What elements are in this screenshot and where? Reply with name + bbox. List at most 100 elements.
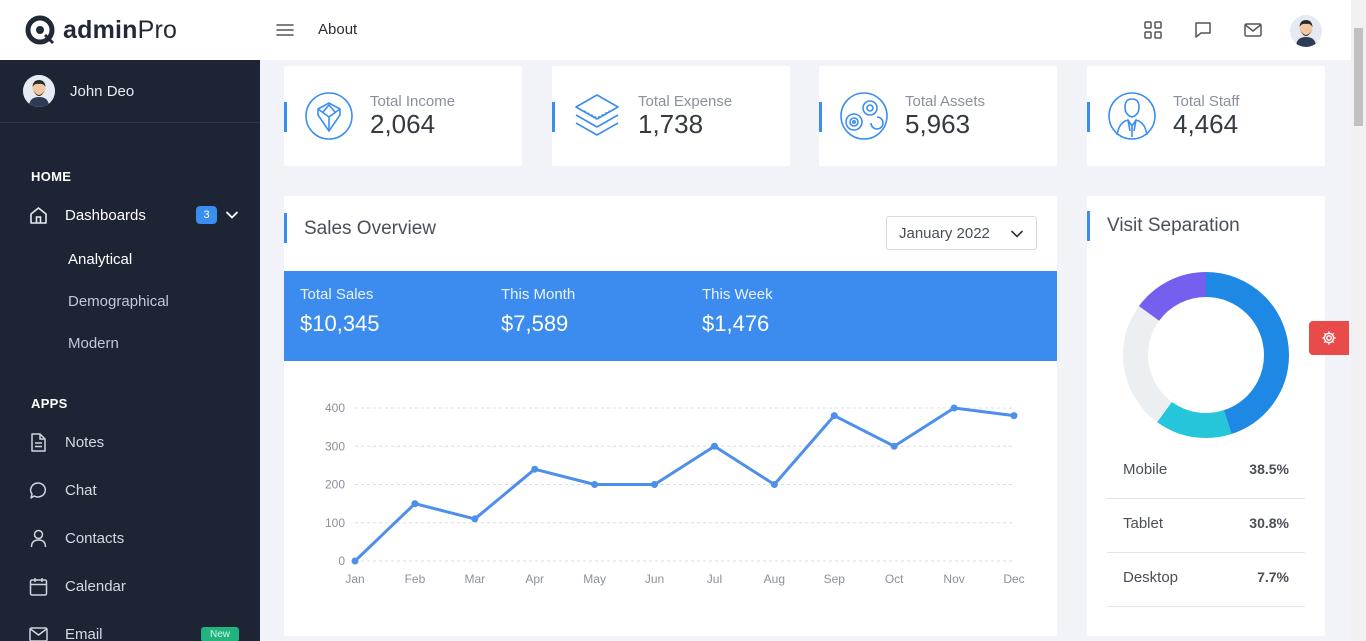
x-tick-label: Dec bbox=[1003, 572, 1024, 586]
card-title: Visit Separation bbox=[1107, 215, 1240, 236]
summary-value: $1,476 bbox=[702, 311, 770, 336]
chevron-down-icon bbox=[1011, 230, 1023, 238]
data-point[interactable] bbox=[950, 404, 958, 412]
month-select-value: January 2022 bbox=[899, 224, 990, 242]
sidebar-item-chat[interactable]: Chat bbox=[28, 476, 248, 504]
stat-label: Total Income bbox=[370, 93, 456, 110]
data-point[interactable] bbox=[830, 412, 838, 420]
summary-label: This Week bbox=[702, 286, 773, 303]
staff-icon bbox=[1108, 92, 1156, 140]
sidebar-item-label: Chat bbox=[65, 481, 97, 499]
x-tick-label: Nov bbox=[943, 572, 964, 586]
x-tick-label: Jul bbox=[707, 572, 722, 586]
income-icon bbox=[305, 92, 353, 140]
new-badge: New bbox=[201, 626, 239, 641]
data-point[interactable] bbox=[591, 481, 599, 488]
x-tick-label: Jun bbox=[645, 572, 664, 586]
x-tick-label: Aug bbox=[764, 572, 785, 586]
data-point[interactable] bbox=[471, 515, 479, 523]
sidebar-subitem-analytical[interactable]: Analytical bbox=[68, 251, 132, 268]
y-tick-label: 300 bbox=[325, 439, 345, 453]
legend-value: 38.5% bbox=[1249, 461, 1289, 477]
settings-button[interactable] bbox=[1309, 321, 1349, 355]
grid-icon[interactable] bbox=[1143, 20, 1163, 40]
sidebar-item-dashboards[interactable]: Dashboards 3 bbox=[28, 201, 248, 229]
x-tick-label: Jan bbox=[345, 572, 364, 586]
data-point[interactable] bbox=[351, 557, 359, 565]
summary-value: $10,345 bbox=[300, 311, 380, 336]
accent-bar bbox=[284, 102, 287, 132]
stat-card-assets: Total Assets 5,963 bbox=[819, 66, 1057, 166]
section-title-apps: APPS bbox=[31, 396, 68, 411]
data-point[interactable] bbox=[1010, 412, 1018, 420]
sidebar-item-contacts[interactable]: Contacts bbox=[28, 524, 248, 552]
logo-text: adminPro bbox=[63, 15, 178, 44]
summary-value: $7,589 bbox=[501, 311, 569, 336]
sidebar-item-label: Dashboards bbox=[65, 206, 146, 224]
expense-icon bbox=[575, 94, 619, 136]
logo-icon bbox=[25, 15, 55, 45]
data-point[interactable] bbox=[710, 442, 718, 450]
avatar bbox=[23, 75, 55, 107]
data-point[interactable] bbox=[770, 481, 778, 488]
summary-label: Total Sales bbox=[300, 286, 374, 303]
sidebar-item-notes[interactable]: Notes bbox=[28, 428, 248, 456]
chat-icon[interactable] bbox=[1193, 20, 1213, 40]
legend-label: Desktop bbox=[1123, 569, 1179, 586]
data-point[interactable] bbox=[411, 500, 419, 508]
user-icon bbox=[30, 529, 47, 547]
sidebar-item-label: Calendar bbox=[65, 577, 126, 595]
stat-value: 5,963 bbox=[905, 109, 971, 139]
data-point[interactable] bbox=[531, 465, 539, 473]
card-title: Sales Overview bbox=[304, 218, 436, 239]
stat-value: 1,738 bbox=[638, 109, 704, 139]
summary-total-sales: Total Sales $10,345 bbox=[300, 286, 380, 337]
stat-card-income: Total Income 2,064 bbox=[284, 66, 522, 166]
month-select[interactable]: January 2022 bbox=[886, 216, 1037, 250]
logo[interactable]: adminPro bbox=[0, 0, 260, 60]
stat-card-expense: Total Expense 1,738 bbox=[552, 66, 790, 166]
section-title-home: HOME bbox=[31, 169, 72, 184]
y-tick-label: 100 bbox=[325, 516, 345, 530]
mail-icon bbox=[29, 626, 48, 641]
hamburger-menu-icon[interactable] bbox=[275, 20, 295, 40]
accent-bar bbox=[284, 213, 287, 243]
legend-row-desktop: Desktop 7.7% bbox=[1107, 553, 1305, 607]
x-tick-label: Feb bbox=[405, 572, 426, 586]
avatar-image bbox=[23, 75, 55, 107]
user-name: John Deo bbox=[70, 82, 135, 100]
calendar-icon bbox=[29, 577, 48, 596]
legend-label: Mobile bbox=[1123, 461, 1168, 478]
mail-icon[interactable] bbox=[1243, 20, 1263, 40]
stat-label: Total Staff bbox=[1173, 93, 1240, 110]
summary-this-month: This Month $7,589 bbox=[501, 286, 575, 337]
legend-row-mobile: Mobile 38.5% bbox=[1107, 445, 1305, 499]
sales-overview-card: Sales Overview January 2022 Total Sales … bbox=[284, 196, 1057, 636]
stat-value: 4,464 bbox=[1173, 109, 1239, 139]
avatar-image bbox=[1290, 15, 1322, 47]
chevron-down-icon bbox=[226, 211, 238, 219]
about-link[interactable]: About bbox=[318, 21, 357, 38]
accent-bar bbox=[552, 102, 555, 132]
summary-label: This Month bbox=[501, 286, 576, 303]
avatar[interactable] bbox=[1290, 15, 1322, 47]
legend-value: 7.7% bbox=[1257, 569, 1289, 585]
legend-value: 30.8% bbox=[1249, 515, 1289, 531]
y-tick-label: 0 bbox=[338, 554, 345, 568]
x-tick-label: May bbox=[583, 572, 606, 586]
sidebar-item-label: Email bbox=[65, 625, 103, 641]
data-point[interactable] bbox=[651, 481, 659, 488]
sidebar-subitem-demographical[interactable]: Demographical bbox=[68, 293, 169, 310]
top-bar: adminPro About bbox=[0, 0, 1366, 60]
count-badge: 3 bbox=[196, 206, 217, 224]
sidebar-item-email[interactable]: Email New bbox=[28, 620, 248, 641]
sidebar-subitem-modern[interactable]: Modern bbox=[68, 335, 119, 352]
stat-value: 2,064 bbox=[370, 109, 436, 139]
sidebar-item-calendar[interactable]: Calendar bbox=[28, 572, 248, 600]
scrollbar-thumb[interactable] bbox=[1354, 28, 1363, 126]
sidebar-user[interactable]: John Deo bbox=[0, 60, 260, 123]
data-point[interactable] bbox=[890, 442, 898, 450]
visit-donut-chart bbox=[1123, 272, 1289, 438]
notes-icon bbox=[31, 432, 46, 452]
page-scrollbar[interactable] bbox=[1351, 0, 1366, 641]
